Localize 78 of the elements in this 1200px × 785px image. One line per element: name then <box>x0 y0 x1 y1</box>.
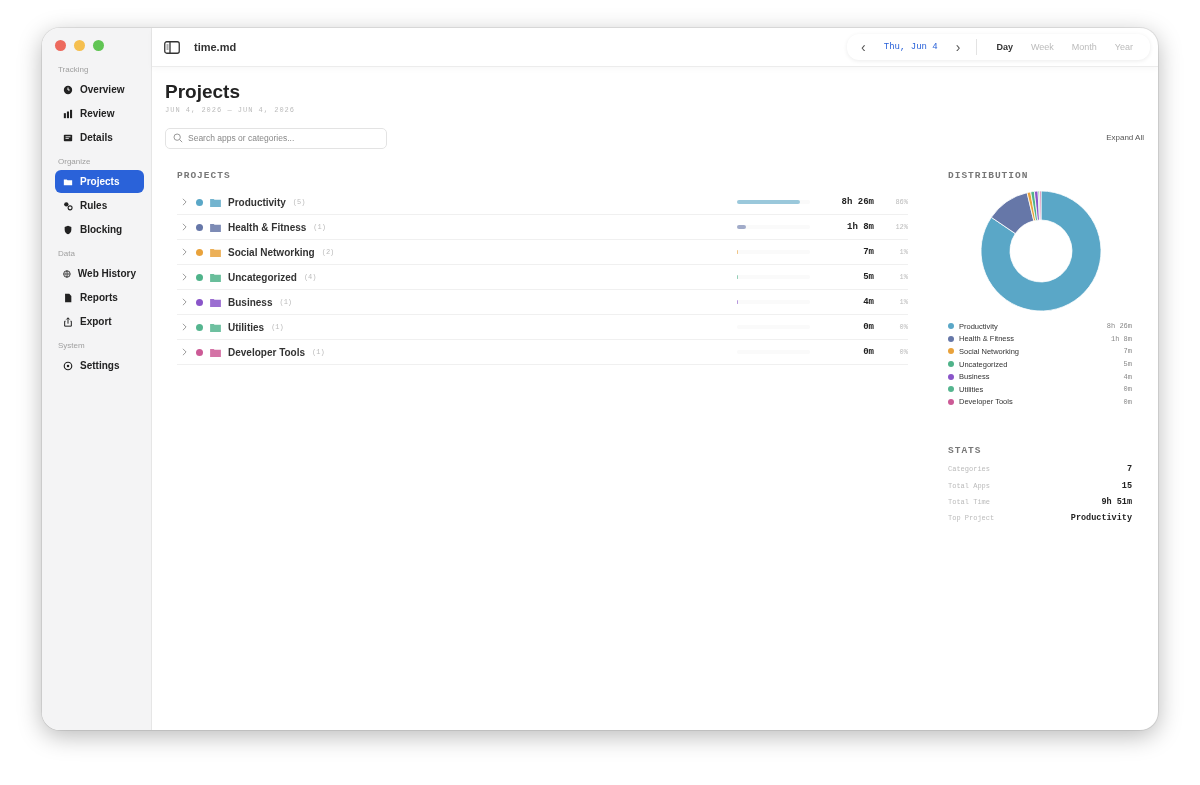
project-name: Uncategorized <box>228 271 297 283</box>
legend-dot <box>948 398 954 405</box>
sidebar-heading: Data <box>58 249 76 258</box>
folder-icon <box>210 297 221 307</box>
sidebar-item[interactable]: Export <box>55 310 144 333</box>
project-name: Productivity <box>228 196 286 208</box>
expand-all-button[interactable]: Expand All <box>1106 133 1144 142</box>
sidebar-item[interactable]: Blocking <box>55 218 144 241</box>
sidebar-item[interactable]: Settings <box>55 354 144 377</box>
sidebar-item[interactable]: Review <box>55 102 144 125</box>
chevron-icon[interactable] <box>182 348 187 356</box>
window-title: time.md <box>194 41 237 53</box>
project-name: Developer Tools <box>228 346 306 358</box>
section-heading: STATS <box>948 445 983 457</box>
document-icon <box>63 292 73 303</box>
chevron-icon[interactable] <box>182 323 187 331</box>
sidebar-heading: System <box>58 341 86 350</box>
sidebar-item[interactable]: Details <box>55 126 144 149</box>
time-value: 7m <box>862 247 874 257</box>
chevron-icon[interactable] <box>182 273 187 281</box>
globe-icon <box>63 268 71 279</box>
time-value: 8h 26m <box>840 197 874 207</box>
project-name: Health & Fitness <box>228 221 307 233</box>
project-name: Business <box>228 296 273 308</box>
sidebar-item[interactable]: Reports <box>55 286 144 309</box>
sidebar-item[interactable]: Rules <box>55 194 144 217</box>
gears-icon <box>63 200 73 211</box>
legend-dot <box>948 348 954 355</box>
current-date[interactable]: Thu, Jun 4 <box>871 42 950 52</box>
legend-dot <box>948 386 954 393</box>
project-name: Social Networking <box>228 246 315 258</box>
project-name: Utilities <box>228 321 265 333</box>
chevron-icon[interactable] <box>182 248 187 256</box>
settings-icon <box>63 360 73 371</box>
stat-value: 15 <box>1121 480 1132 491</box>
legend-dot <box>948 373 954 380</box>
time-value: 4m <box>862 297 874 307</box>
legend-dot <box>948 361 954 368</box>
chevron-icon[interactable] <box>182 223 187 231</box>
stat-value: Productivity <box>1070 513 1132 524</box>
folder-icon <box>210 247 221 257</box>
chevron-icon[interactable] <box>182 198 187 206</box>
list-icon <box>63 132 73 143</box>
folder-icon <box>210 222 221 232</box>
legend-dot <box>948 335 954 342</box>
sidebar-heading: Organize <box>58 157 92 166</box>
previous-button[interactable]: ‹ <box>855 39 872 55</box>
zoom-button[interactable] <box>93 40 104 51</box>
share-icon <box>63 316 73 327</box>
time-value: 0m <box>862 322 874 332</box>
folder-icon <box>210 272 221 282</box>
bar-chart-icon <box>63 108 73 119</box>
folder-icon <box>210 347 221 357</box>
page-title: Projects <box>165 81 241 103</box>
clock-icon <box>63 84 73 95</box>
time-value: 5m <box>862 272 874 282</box>
sidebar-heading: Tracking <box>58 65 90 74</box>
section-heading: DISTRIBUTION <box>948 170 1030 181</box>
next-button[interactable]: › <box>949 39 967 55</box>
section-heading: PROJECTS <box>177 170 232 181</box>
time-value: 1h 8m <box>846 222 874 232</box>
search-field[interactable]: Search apps or categories... <box>165 127 387 149</box>
legend-dot <box>948 323 954 330</box>
search-icon <box>173 132 183 143</box>
chevron-icon[interactable] <box>182 298 187 306</box>
sidebar-toggle-icon[interactable] <box>162 38 182 56</box>
close-button[interactable] <box>55 40 66 51</box>
stat-value: 9h 51m <box>1101 496 1132 507</box>
sidebar-item[interactable]: Web History <box>55 262 144 285</box>
shield-icon <box>63 224 73 235</box>
folder-icon <box>210 197 221 207</box>
folder-icon <box>210 322 221 332</box>
minimize-button[interactable] <box>74 40 85 51</box>
stat-value: 7 <box>1126 464 1132 475</box>
sidebar-item[interactable]: Projects <box>55 170 144 193</box>
range-tab[interactable]: Day <box>987 42 1022 52</box>
sidebar-item[interactable]: Overview <box>55 78 144 101</box>
time-value: 0m <box>862 347 874 357</box>
